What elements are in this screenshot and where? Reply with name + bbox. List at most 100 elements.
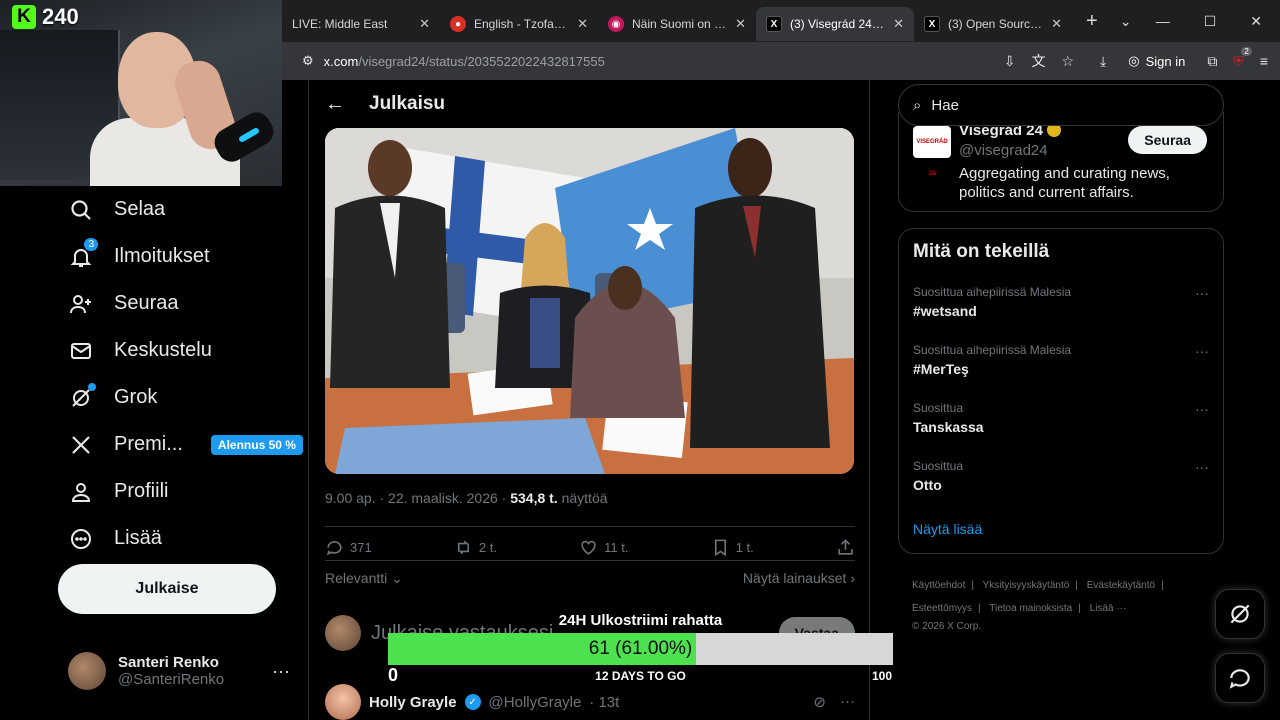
more-dots-icon[interactable]: ··· [1195,343,1209,359]
post-header: ← Julkaisu [309,80,869,128]
share-action[interactable] [836,538,855,557]
trend-item[interactable]: Suosittua Otto ··· [913,459,1209,493]
footer-link[interactable]: Lisää ··· [1090,603,1127,614]
browser-tab[interactable]: X (3) Open Source Intel ✕ [914,7,1072,41]
tab-close-icon[interactable]: ✕ [577,16,588,32]
more-dots-icon[interactable]: ··· [1195,285,1209,301]
post-button[interactable]: Julkaise [58,564,276,614]
translate-icon[interactable]: 文 [1031,51,1045,71]
tab-close-icon[interactable]: ✕ [419,16,430,32]
trend-context: Suosittua [913,459,964,473]
nav-grok[interactable]: Grok [0,374,308,421]
tab-close-icon[interactable]: ✕ [1051,16,1062,32]
heart-icon [581,540,596,555]
browser-tab[interactable]: ● English - Tzofar - Red ✕ [440,7,598,41]
more-dots-icon[interactable]: ··· [1195,401,1209,417]
install-app-icon[interactable]: ⇩ [1004,53,1016,70]
repost-action[interactable]: 2 t. [454,538,497,557]
browser-tab[interactable]: ◉ Näin Suomi on tukenu ✕ [598,7,756,41]
bookmark-action[interactable]: 1 t. [711,538,754,557]
search-input[interactable]: ⌕ Hae [898,84,1224,126]
grok-fab[interactable] [1215,589,1265,639]
browser-tab[interactable]: LIVE: Middle East ✕ [282,7,440,41]
show-more-link[interactable]: Näytä lisää [913,521,982,537]
nav-premium[interactable]: Premi... Alennus 50 % [0,421,308,468]
x-icon: X [924,16,940,32]
ublock-icon[interactable]: ⛨ 2 [1233,46,1252,70]
copyright: © 2026 X Corp. [912,621,982,632]
browser-tab-active[interactable]: X (3) Visegrád 24 X:ssä: ✕ [756,7,914,41]
tab-close-icon[interactable]: ✕ [893,16,904,32]
trend-item[interactable]: Suosittua Tanskassa ··· [913,401,1209,435]
footer-links: Käyttöehdot | Yksityisyyskäytäntö | Eväste… [912,574,1212,634]
page-title: Julkaisu [369,93,446,114]
toolbar-actions: ⤓ ◎ Sign in ⧉ ⛨ 2 ≡ [1100,46,1268,73]
account-card-handle: @visegrad24 [959,142,1048,159]
tab-search-chevron-icon[interactable]: ⌄ [1120,13,1132,30]
footer-link[interactable]: Käyttöehdot [912,580,965,591]
avatar [325,615,361,651]
bookmark-count: 1 t. [735,540,754,555]
extensions-icon[interactable]: ⧉ [1207,53,1217,70]
sign-in-button[interactable]: ◎ Sign in [1122,49,1191,73]
nav-label: Seuraa [114,292,179,314]
new-tab-icon[interactable]: + [1086,10,1098,33]
more-dots-icon[interactable]: ··· [1195,459,1209,475]
more-circle-icon [68,526,94,552]
stream-goal-title: 24H Ulkostriimi rahatta [558,612,723,629]
downloads-icon[interactable]: ⤓ [1100,53,1106,70]
reply-post[interactable]: Holly Grayle ✓ @HollyGrayle · 13t ⊘ ··· [325,684,855,720]
site-settings-icon[interactable]: ⚙ [302,53,314,69]
messages-fab[interactable] [1215,653,1265,703]
search-placeholder: Hae [931,96,959,114]
back-arrow-icon[interactable]: ← [325,93,345,116]
url-host: x.com [323,53,359,69]
reply-icon [326,541,342,556]
sign-in-label: Sign in [1145,53,1186,69]
minimize-icon[interactable]: — [1156,13,1170,30]
account-switcher[interactable]: Santeri Renko @SanteriRenko ··· [68,652,298,690]
bookmark-star-icon[interactable]: ☆ [1061,53,1074,70]
stream-goal-days-left: 12 DAYS TO GO [595,669,686,683]
footer-link[interactable]: Esteettömyys [912,603,972,614]
like-action[interactable]: 11 t. [579,538,629,557]
nav-messages[interactable]: Keskustelu [0,327,308,374]
chevron-down-icon: ⌄ [391,570,403,586]
close-window-icon[interactable]: ✕ [1250,13,1262,30]
follow-button[interactable]: Seuraa [1128,126,1207,154]
bookmark-icon [714,539,726,557]
nav-notifications[interactable]: 3 Ilmoitukset [0,233,308,280]
viewer-counter: K 240 [12,4,79,30]
post-photo[interactable] [325,128,854,474]
more-dots-icon[interactable]: ··· [840,693,855,711]
trend-item[interactable]: Suosittua aihepiirissä Malesia #MerTeş ·… [913,343,1209,377]
maximize-icon[interactable]: ☐ [1204,13,1217,30]
nav-follow[interactable]: Seuraa [0,280,308,327]
kick-logo-icon: K [12,5,36,29]
views-label: näyttöä [557,490,608,506]
views-count: 534,8 t. [510,490,558,506]
nav-more[interactable]: Lisää [0,515,308,562]
show-quotes-link[interactable]: Näytä lainaukset › [743,570,855,587]
stream-goal-max: 100 [872,669,893,683]
tab-title: (3) Open Source Intel [948,17,1044,31]
trend-item[interactable]: Suosittua aihepiirissä Malesia #wetsand … [913,285,1209,319]
footer-link[interactable]: Tietoa mainoksista [989,603,1072,614]
tab-title: Näin Suomi on tukenu [632,17,727,31]
grok-icon[interactable]: ⊘ [813,693,826,711]
nav-profile[interactable]: Profiili [0,468,308,515]
nav-explore[interactable]: Selaa [0,186,308,233]
account-name: Santeri Renko [118,654,219,671]
footer-link[interactable]: Yksityisyyskäytäntö [983,580,1070,591]
url-field[interactable]: ⚙ x.com/visegrad24/status/20355220224328… [294,46,1082,76]
post-timestamp[interactable]: 9.00 ap. · 22. maalisk. 2026 · [325,490,510,506]
more-dots-icon[interactable]: ··· [272,661,298,682]
footer-link[interactable]: Evästekäytäntö [1087,580,1155,591]
browser-menu-icon[interactable]: ≡ [1260,53,1268,69]
search-icon: ⌕ [913,96,922,114]
tab-close-icon[interactable]: ✕ [735,16,746,32]
account-handle: @SanteriRenko [118,671,225,688]
reply-author-name[interactable]: Holly Grayle [369,694,457,711]
sort-dropdown[interactable]: Relevantti ⌄ [325,570,403,587]
reply-action[interactable]: 371 [325,538,372,557]
